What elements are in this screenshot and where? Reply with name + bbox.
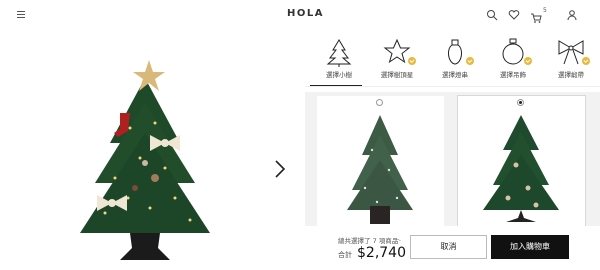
selected-items-summary: 總共選擇了 7 項商品 [338, 237, 399, 245]
category-nav: 選擇小樹 選擇樹頂星 選擇燈串 選擇吊飾 選擇緞帶 [310, 37, 600, 87]
search-icon[interactable] [486, 9, 498, 21]
check-badge-icon [408, 57, 416, 65]
hero-tree-image [80, 60, 210, 260]
total-price: $2,740 [357, 245, 406, 261]
product-card-decorated-tree[interactable] [457, 95, 586, 227]
cart-icon [531, 13, 542, 23]
logo[interactable]: HOLA [287, 8, 324, 19]
check-badge-icon [466, 57, 474, 65]
select-radio[interactable] [517, 99, 524, 106]
heart-icon[interactable] [508, 9, 520, 21]
next-arrow-icon[interactable] [272, 158, 288, 180]
product-card-plain-tree[interactable] [317, 96, 444, 226]
divider [305, 86, 600, 87]
tab-label: 選擇小樹 [326, 71, 352, 79]
cancel-button[interactable]: 取消 [410, 235, 487, 259]
hamburger-menu-icon[interactable] [17, 11, 25, 18]
tab-choose-tree[interactable]: 選擇小樹 [310, 37, 368, 87]
hero-panel [0, 0, 300, 270]
tab-label: 選擇樹頂星 [380, 71, 414, 79]
check-badge-icon [524, 57, 532, 65]
tab-choose-ribbons[interactable]: 選擇緞帶 [542, 37, 600, 87]
tree-icon [326, 39, 352, 67]
add-to-cart-button[interactable]: 加入購物車 [491, 235, 569, 259]
check-badge-icon [582, 57, 590, 65]
tab-choose-ornaments[interactable]: 選擇吊飾 [484, 37, 542, 87]
tab-label: 選擇緞帶 [558, 71, 584, 79]
cart-count-badge: 5 [543, 7, 547, 14]
chevron-up-icon[interactable]: ︿ [395, 234, 401, 243]
tab-choose-lights[interactable]: 選擇燈串 [426, 37, 484, 87]
tab-choose-star[interactable]: 選擇樹頂星 [368, 37, 426, 87]
cart-button[interactable]: 5 [530, 7, 547, 23]
tab-label: 選擇吊飾 [500, 71, 526, 79]
total-label: 合計 [338, 251, 352, 259]
decorated-tree-image [483, 115, 559, 222]
user-icon[interactable] [566, 9, 578, 21]
tab-label: 選擇燈串 [442, 71, 468, 79]
select-radio[interactable] [376, 99, 383, 106]
checkout-bar: 總共選擇了 7 項商品 ︿ 合計 $2,740 取消 加入購物車 [305, 226, 600, 270]
plain-tree-image [347, 115, 413, 224]
header-icons: 5 [486, 7, 578, 23]
